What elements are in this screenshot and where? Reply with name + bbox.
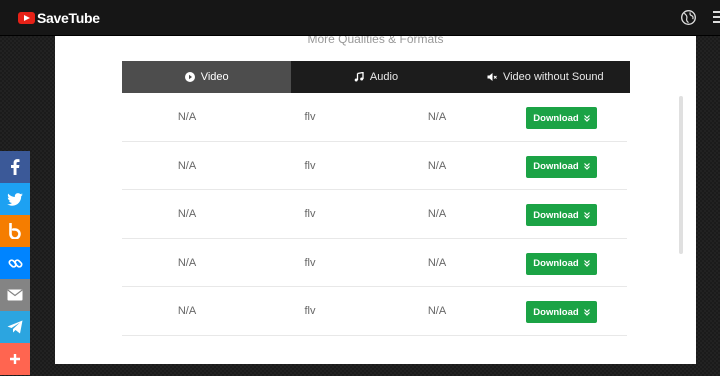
quality-cell: N/A — [177, 305, 197, 318]
blogger-icon — [9, 223, 21, 239]
twitter-icon — [7, 192, 23, 206]
chevron-double-down-icon — [583, 211, 590, 219]
format-cell: flv — [304, 256, 316, 269]
chevron-double-down-icon — [583, 163, 590, 170]
download-label: Download — [533, 258, 579, 270]
download-button[interactable]: Download — [526, 107, 597, 129]
chevron-double-down-icon — [583, 114, 590, 122]
download-button[interactable]: Download — [526, 301, 597, 324]
download-button[interactable]: Download — [526, 252, 597, 275]
tab-label: Video — [200, 71, 229, 83]
logo-text: SaveTube — [37, 10, 100, 26]
top-bar: SaveTube — [0, 0, 720, 36]
tab-label: Video without Sound — [502, 71, 604, 83]
plus-icon — [10, 354, 20, 364]
format-cell: flv — [304, 159, 316, 172]
size-cell: N/A — [427, 159, 447, 172]
copy-link-button[interactable] — [0, 247, 30, 279]
tab-video[interactable]: Video — [122, 61, 292, 93]
menu-icon[interactable] — [713, 11, 720, 25]
telegram-icon — [7, 320, 23, 334]
twitter-share-button[interactable] — [0, 183, 30, 215]
quality-cell: N/A — [177, 111, 197, 123]
quality-cell: N/A — [177, 256, 197, 269]
download-button[interactable]: Download — [526, 204, 597, 227]
tab-video-without-sound[interactable]: Video without Sound — [461, 61, 630, 93]
size-cell: N/A — [427, 111, 447, 123]
table-row: N/A flv N/A Download — [122, 93, 627, 142]
download-button[interactable]: Download — [526, 155, 597, 178]
play-circle-icon — [184, 72, 195, 82]
format-cell: flv — [304, 305, 316, 318]
table-scrollbar[interactable] — [679, 96, 683, 254]
youtube-logo-icon — [18, 12, 35, 24]
table-row: N/A flv N/A Download — [122, 239, 627, 288]
table-row: N/A flv N/A Download — [122, 287, 627, 336]
blogger-share-button[interactable] — [0, 215, 30, 247]
table-row: N/A flv N/A Download — [122, 190, 627, 239]
table-row: N/A flv N/A Download — [122, 142, 627, 191]
format-cell: flv — [304, 111, 316, 123]
telegram-share-button[interactable] — [0, 311, 30, 343]
music-note-icon — [354, 72, 364, 82]
more-share-button[interactable] — [0, 343, 30, 375]
quality-cell: N/A — [177, 159, 197, 172]
size-cell: N/A — [427, 305, 447, 318]
chevron-double-down-icon — [583, 308, 590, 316]
facebook-share-button[interactable] — [0, 151, 30, 183]
link-icon — [8, 258, 22, 268]
chevron-double-down-icon — [583, 260, 590, 268]
logo[interactable]: SaveTube — [18, 10, 100, 26]
formats-table: N/A flv N/A Download N/A flv N/A Downloa… — [122, 93, 627, 336]
tab-audio[interactable]: Audio — [291, 61, 460, 93]
download-label: Download — [533, 112, 579, 124]
section-title: More Qualities & Formats — [307, 36, 444, 46]
size-cell: N/A — [427, 208, 447, 221]
format-tabs: Video Audio Video without Sound — [122, 61, 630, 93]
tab-label: Audio — [369, 71, 399, 83]
mute-icon — [487, 73, 497, 81]
social-share-bar — [0, 151, 30, 375]
email-share-button[interactable] — [0, 279, 30, 311]
globe-icon[interactable] — [680, 9, 697, 26]
formats-card: More Qualities & Formats Video Audio Vid… — [55, 36, 696, 364]
email-icon — [7, 289, 23, 301]
size-cell: N/A — [427, 256, 447, 269]
facebook-icon — [11, 159, 20, 175]
format-cell: flv — [304, 208, 316, 221]
download-label: Download — [533, 306, 579, 318]
download-label: Download — [533, 161, 579, 173]
download-label: Download — [533, 209, 579, 221]
quality-cell: N/A — [177, 208, 197, 221]
